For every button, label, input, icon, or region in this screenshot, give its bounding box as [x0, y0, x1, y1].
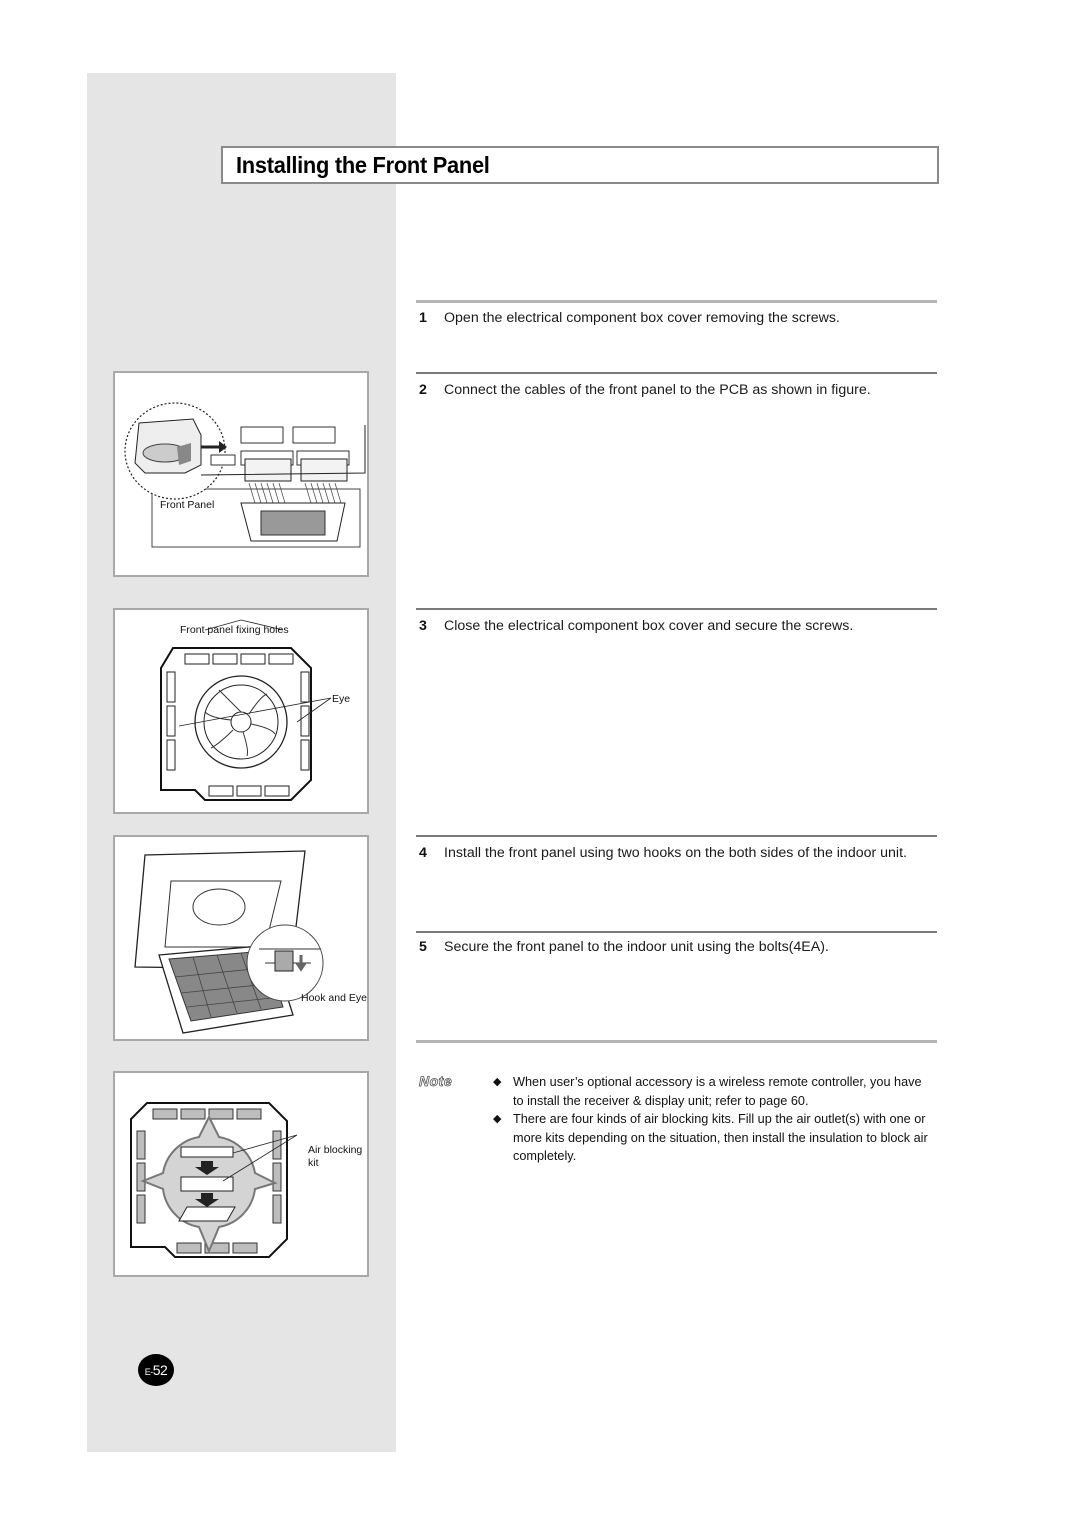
pcb-connection-illustration [124, 402, 366, 548]
step-number: 3 [419, 618, 427, 634]
divider [416, 372, 937, 374]
page-digits: 52 [152, 1362, 168, 1378]
page-number-badge: E-52 [138, 1354, 174, 1386]
step-4: 4 Install the front panel using two hook… [419, 843, 934, 863]
step-2: 2 Connect the cables of the front panel … [419, 380, 934, 400]
figure-hook-and-eye: Hook and Eye [113, 835, 369, 1041]
step-text: Open the electrical component box cover … [444, 310, 840, 326]
step-1: 1 Open the electrical component box cove… [419, 308, 934, 328]
hook-and-eye-label: Hook and Eye [301, 992, 367, 1004]
step-text: Connect the cables of the front panel to… [444, 382, 871, 398]
step-text: Secure the front panel to the indoor uni… [444, 939, 829, 955]
note-item: ◆ When user’s optional accessory is a wi… [493, 1073, 933, 1110]
divider [416, 608, 937, 610]
page-title: Installing the Front Panel [236, 152, 490, 178]
step-number: 2 [419, 382, 427, 398]
note-item: ◆ There are four kinds of air blocking k… [493, 1110, 933, 1166]
air-blocking-label: Air blocking [308, 1144, 363, 1156]
eye-label: Eye [332, 693, 351, 705]
note-text: When user’s optional accessory is a wire… [513, 1075, 922, 1108]
front-panel-label: Front Panel [160, 499, 215, 511]
note-list: ◆ When user’s optional accessory is a wi… [493, 1073, 933, 1166]
figure-fixing-holes: Front panel fixing holes Eye [113, 608, 369, 814]
step-text: Close the electrical component box cover… [444, 618, 854, 634]
step-3: 3 Close the electrical component box cov… [419, 616, 934, 636]
diamond-bullet-icon: ◆ [493, 1076, 502, 1088]
fixing-holes-label: Front panel fixing holes [180, 624, 289, 636]
air-blocking-illustration [130, 1102, 298, 1258]
kit-label: kit [308, 1157, 319, 1169]
step-text: Install the front panel using two hooks … [444, 845, 907, 861]
section-title-box: Installing the Front Panel [221, 146, 939, 184]
hook-and-eye-illustration [134, 850, 324, 1034]
figure-pcb-connection: Front Panel [113, 371, 369, 577]
diamond-bullet-icon: ◆ [493, 1113, 502, 1126]
divider [416, 931, 937, 933]
step-number: 1 [419, 310, 427, 326]
page-prefix: E- [144, 1367, 154, 1377]
step-5: 5 Secure the front panel to the indoor u… [419, 937, 934, 957]
divider [416, 300, 937, 303]
step-number: 4 [419, 845, 427, 861]
note-label: Note [419, 1073, 453, 1090]
divider [416, 835, 937, 837]
figure-air-blocking-kit: Air blocking kit [113, 1071, 369, 1277]
note-text: There are four kinds of air blocking kit… [513, 1112, 928, 1164]
divider [416, 1040, 937, 1043]
fixing-holes-illustration [160, 619, 332, 801]
step-number: 5 [419, 939, 427, 955]
